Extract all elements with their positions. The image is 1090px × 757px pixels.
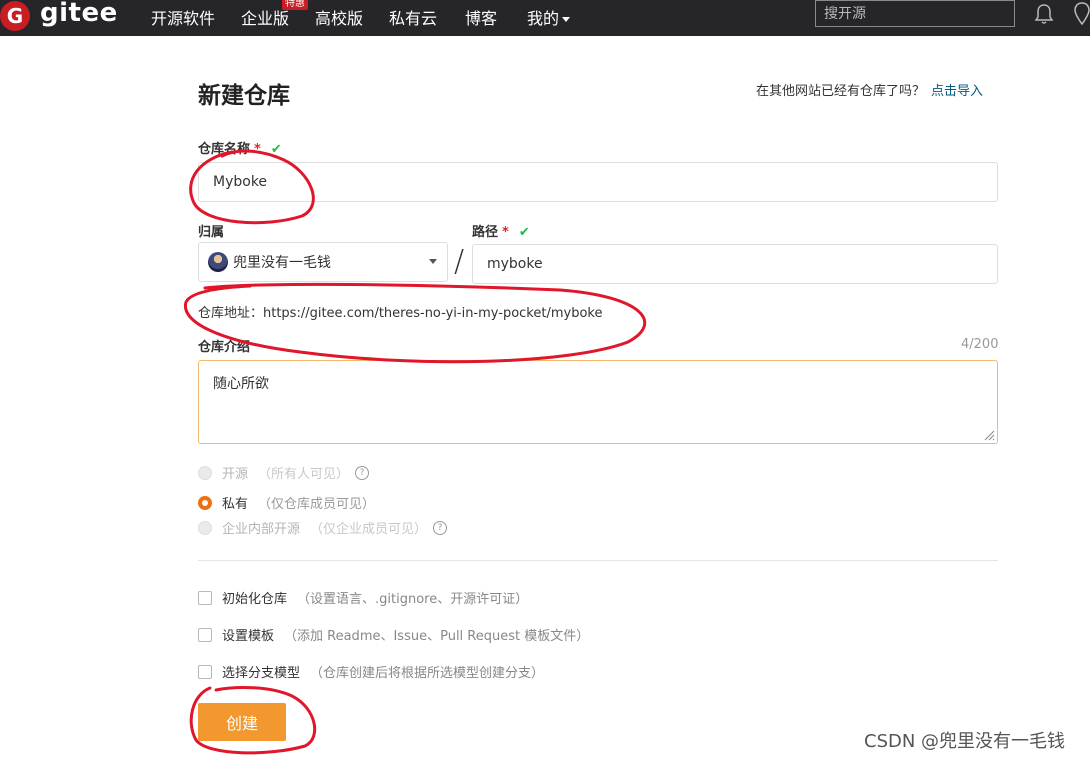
path-label: 路径 * ✔ [472, 221, 530, 240]
nav-private-cloud[interactable]: 私有云 [389, 5, 437, 29]
path-separator: / [454, 244, 465, 279]
chevron-down-icon [429, 259, 437, 264]
nav-blog[interactable]: 博客 [465, 5, 497, 29]
import-link[interactable]: 点击导入 [931, 84, 983, 99]
owner-select[interactable]: 兜里没有一毛钱 [198, 242, 448, 282]
bell-icon[interactable] [1034, 3, 1054, 29]
radio-private[interactable] [198, 495, 212, 510]
visibility-internal-hint: （仅企业成员可见） [310, 522, 428, 537]
promo-badge: 特惠 [282, 0, 308, 10]
radio-internal[interactable] [198, 520, 212, 535]
nav-my-label: 我的 [527, 9, 560, 28]
nav-education[interactable]: 高校版 [315, 5, 363, 29]
resize-handle-icon[interactable] [983, 429, 995, 441]
intro-label: 仓库介绍 [198, 340, 251, 355]
checkbox-init-repo[interactable] [198, 590, 212, 605]
option-branch-model-label: 选择分支模型 [222, 666, 301, 681]
owner-value: 兜里没有一毛钱 [233, 255, 331, 271]
option-template[interactable]: 设置模板 （添加 Readme、Issue、Pull Request 模板文件） [198, 625, 589, 644]
owner-label: 归属 [198, 225, 225, 240]
repo-name-field[interactable] [198, 162, 998, 202]
location-pin-icon[interactable] [1074, 2, 1090, 30]
import-prompt: 在其他网站已经有仓库了吗？ 点击导入 [756, 80, 983, 99]
annotation-circle-address [183, 282, 647, 364]
intro-text[interactable]: 随心所欲 [213, 373, 269, 393]
required-mark: * [254, 142, 261, 157]
help-icon[interactable]: ? [433, 520, 448, 535]
option-branch-model-hint: （仓库创建后将根据所选模型创建分支） [310, 666, 545, 681]
option-template-label: 设置模板 [222, 629, 275, 644]
visibility-public-option[interactable]: 开源 （所有人可见） ? [198, 463, 370, 482]
valid-check-icon: ✔ [270, 142, 282, 157]
valid-check-icon: ✔ [518, 225, 530, 240]
gitee-logo-text[interactable]: gitee [40, 0, 118, 28]
repo-address: 仓库地址：https://gitee.com/theres-no-yi-in-m… [198, 306, 603, 321]
divider [198, 560, 998, 561]
help-icon[interactable]: ? [355, 465, 370, 480]
path-input[interactable] [473, 245, 997, 283]
logo-glyph: G [6, 4, 24, 28]
visibility-public-label: 开源 [222, 467, 249, 482]
page-title: 新建仓库 [198, 83, 290, 109]
radio-public[interactable] [198, 465, 212, 480]
option-branch-model[interactable]: 选择分支模型 （仓库创建后将根据所选模型创建分支） [198, 662, 544, 681]
csdn-watermark: CSDN @兜里没有一毛钱 [864, 731, 1066, 752]
checkbox-template[interactable] [198, 627, 212, 642]
nav-open-source[interactable]: 开源软件 [151, 5, 215, 29]
option-init-repo-hint: （设置语言、.gitignore、开源许可证） [297, 592, 529, 607]
search-box[interactable] [815, 0, 1015, 27]
nav-my-menu[interactable]: 我的 [527, 5, 571, 29]
visibility-private-option[interactable]: 私有 （仅仓库成员可见） [198, 493, 375, 512]
visibility-public-hint: （所有人可见） [258, 467, 350, 482]
required-mark: * [502, 225, 509, 240]
intro-textarea[interactable]: 随心所欲 [198, 360, 998, 444]
repo-name-input[interactable] [199, 163, 997, 201]
option-template-hint: （添加 Readme、Issue、Pull Request 模板文件） [284, 629, 590, 644]
path-field[interactable] [472, 244, 998, 284]
gitee-logo-icon[interactable]: G [0, 1, 30, 31]
import-prompt-text: 在其他网站已经有仓库了吗？ [756, 84, 926, 99]
top-navbar: G gitee 开源软件 企业版 特惠 高校版 私有云 博客 我的 [0, 0, 1090, 36]
create-button[interactable]: 创建 [198, 703, 286, 741]
intro-char-counter: 4/200 [961, 337, 999, 352]
visibility-internal-option[interactable]: 企业内部开源 （仅企业成员可见） ? [198, 518, 448, 537]
avatar [208, 252, 228, 272]
repo-name-label-text: 仓库名称 [198, 142, 251, 157]
visibility-internal-label: 企业内部开源 [222, 522, 301, 537]
checkbox-branch-model[interactable] [198, 664, 212, 679]
chevron-down-icon [562, 17, 571, 22]
visibility-private-hint: （仅仓库成员可见） [258, 497, 376, 512]
path-label-text: 路径 [472, 225, 499, 240]
option-init-repo-label: 初始化仓库 [222, 592, 288, 607]
search-input[interactable] [816, 1, 1014, 26]
repo-name-label: 仓库名称 * ✔ [198, 138, 282, 157]
visibility-private-label: 私有 [222, 497, 249, 512]
option-init-repo[interactable]: 初始化仓库 （设置语言、.gitignore、开源许可证） [198, 588, 528, 607]
